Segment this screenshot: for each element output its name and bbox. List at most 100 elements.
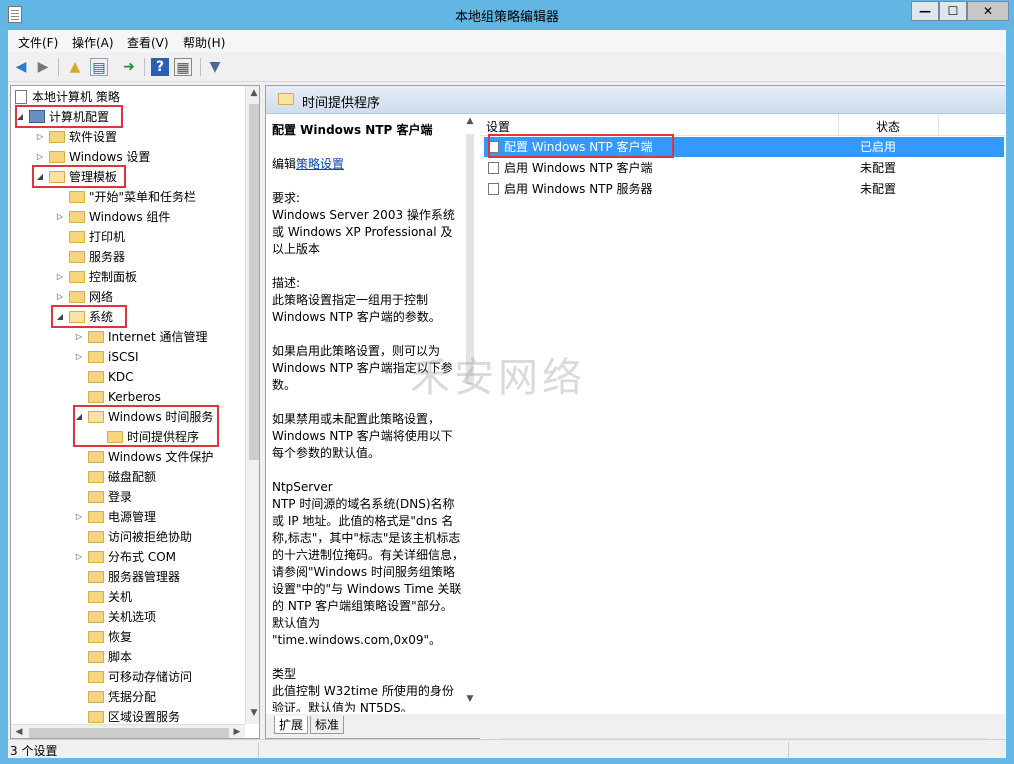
tree-item-disk-quota[interactable]: 磁盘配额 [74, 468, 156, 486]
tab-extended[interactable]: 扩展 [274, 716, 309, 734]
tree-item-server-manager[interactable]: 服务器管理器 [74, 568, 180, 586]
window-title: 本地组策略编辑器 [454, 10, 559, 25]
close-button[interactable]: ✕ [967, 1, 1009, 21]
tree-item-removable-storage[interactable]: 可移动存储访问 [74, 668, 192, 686]
tree-item-start-menu[interactable]: "开始"菜单和任务栏 [55, 188, 196, 206]
folder-icon [88, 351, 104, 363]
details-header: 时间提供程序 [266, 86, 1006, 114]
tree-item-iscsi[interactable]: ▷ iSCSI [74, 348, 139, 366]
tree-item-server[interactable]: 服务器 [55, 248, 125, 266]
details-pane: 时间提供程序 配置 Windows NTP 客户端 编辑策略设置 要求: Win… [265, 85, 1006, 742]
list-row-enable-ntp-client[interactable]: 启用 Windows NTP 客户端 未配置 [484, 158, 1004, 178]
collapsed-arrow-icon[interactable]: ▷ [55, 288, 65, 306]
requirement-text: Windows Server 2003 操作系统或 Windows XP Pro… [272, 208, 455, 256]
ntpserver-label: NtpServer [272, 480, 333, 494]
folder-icon [88, 451, 104, 463]
tree-pane: 本地计算机 策略 ◢ 计算机配置 ▷ 软件设置 ▷ Windows 设置 ◢ 管理模板 … [10, 85, 260, 739]
folder-icon [88, 551, 104, 563]
tree-item-printers[interactable]: 打印机 [55, 228, 125, 246]
view-tabs: 扩展 标准 [266, 714, 1006, 738]
tree-item-control-panel[interactable]: ▷ 控制面板 [55, 268, 137, 286]
up-folder-icon[interactable]: ▲ [66, 58, 84, 76]
folder-icon [88, 631, 104, 643]
policy-setting-icon [488, 183, 499, 195]
column-header-setting[interactable]: 设置 [486, 118, 510, 135]
collapsed-arrow-icon[interactable]: ▷ [74, 328, 84, 346]
document-icon [15, 90, 27, 104]
folder-icon [69, 211, 85, 223]
collapsed-arrow-icon[interactable]: ▷ [74, 548, 84, 566]
tree-item-kerberos[interactable]: Kerberos [74, 388, 161, 406]
tree-item-windows-components[interactable]: ▷ Windows 组件 [55, 208, 170, 226]
policy-setting-icon [488, 162, 499, 174]
menu-help[interactable]: 帮助(H) [183, 34, 225, 51]
menu-file[interactable]: 文件(F) [18, 34, 58, 51]
tree-horizontal-scrollbar[interactable]: ◀ ▶ [11, 724, 245, 738]
minimize-button[interactable]: — [911, 1, 939, 21]
tree-item-distributed-com[interactable]: ▷ 分布式 COM [74, 548, 176, 566]
tree-item-scripts[interactable]: 脚本 [74, 648, 132, 666]
tree-item-logon[interactable]: 登录 [74, 488, 132, 506]
collapsed-arrow-icon[interactable]: ▷ [55, 208, 65, 226]
tree-item-kdc[interactable]: KDC [74, 368, 134, 386]
scroll-thumb[interactable] [249, 104, 259, 460]
folder-icon [88, 651, 104, 663]
collapsed-arrow-icon[interactable]: ▷ [74, 348, 84, 366]
show-hide-tree-icon[interactable]: ▤ [90, 58, 108, 76]
back-arrow-icon[interactable]: ◀ [12, 58, 30, 76]
scroll-up-arrow-icon[interactable]: ▲ [246, 88, 259, 98]
tree-root[interactable]: 本地计算机 策略 [15, 88, 120, 106]
tree-item-credentials-delegation[interactable]: 凭据分配 [74, 688, 156, 706]
description-scrollbar[interactable]: ▲ ▼ [464, 114, 476, 712]
type-label: 类型 [272, 667, 297, 681]
folder-icon [69, 231, 85, 243]
tree-vertical-scrollbar[interactable]: ▲ ▼ [245, 86, 259, 724]
collapsed-arrow-icon[interactable]: ▷ [35, 128, 45, 146]
scroll-up-arrow-icon[interactable]: ▲ [462, 116, 478, 126]
folder-icon [88, 571, 104, 583]
tree-item-windows-file-protection[interactable]: Windows 文件保护 [74, 448, 213, 466]
collapsed-arrow-icon[interactable]: ▷ [35, 148, 45, 166]
tree-item-power-management[interactable]: ▷ 电源管理 [74, 508, 156, 526]
tree-item-recovery[interactable]: 恢复 [74, 628, 132, 646]
tree-item-shutdown-options[interactable]: 关机选项 [74, 608, 156, 626]
scroll-down-arrow-icon[interactable]: ▼ [246, 708, 259, 718]
folder-icon [88, 671, 104, 683]
tree-item-network[interactable]: ▷ 网络 [55, 288, 113, 306]
title-bar[interactable]: 本地组策略编辑器 — ☐ ✕ [0, 0, 1014, 30]
collapsed-arrow-icon[interactable]: ▷ [74, 508, 84, 526]
column-header-state[interactable]: 状态 [876, 118, 900, 135]
tree-item-shutdown[interactable]: 关机 [74, 588, 132, 606]
scroll-down-arrow-icon[interactable]: ▼ [462, 694, 478, 704]
export-list-icon[interactable]: ➜ [120, 58, 138, 76]
scroll-thumb[interactable] [29, 728, 229, 738]
menu-view[interactable]: 查看(V) [127, 34, 169, 51]
tab-standard[interactable]: 标准 [310, 716, 345, 734]
folder-icon [88, 391, 104, 403]
folder-icon [49, 151, 65, 163]
folder-icon [69, 291, 85, 303]
edit-policy-link[interactable]: 策略设置 [296, 157, 344, 171]
tree-item-access-denied-assist[interactable]: 访问被拒绝协助 [74, 528, 192, 546]
scroll-right-arrow-icon[interactable]: ▶ [229, 727, 245, 737]
list-row-enable-ntp-server[interactable]: 启用 Windows NTP 服务器 未配置 [484, 179, 1004, 199]
folder-icon [88, 511, 104, 523]
description-heading: 配置 Windows NTP 客户端 [272, 123, 433, 137]
help-icon[interactable]: ? [151, 58, 169, 76]
maximize-button[interactable]: ☐ [939, 1, 967, 21]
edit-line: 编辑策略设置 [272, 157, 345, 171]
folder-icon [88, 371, 104, 383]
requirement-label: 要求: [272, 191, 301, 205]
description-pane: 配置 Windows NTP 客户端 编辑策略设置 要求: Windows Se… [266, 114, 464, 712]
folder-icon [88, 711, 104, 723]
tree-item-internet-comm[interactable]: ▷ Internet 通信管理 [74, 328, 208, 346]
filter-icon[interactable]: ▼ [206, 58, 224, 76]
menu-action[interactable]: 操作(A) [72, 34, 114, 51]
tree-item-windows-settings[interactable]: ▷ Windows 设置 [35, 148, 150, 166]
tree-item-software-settings[interactable]: ▷ 软件设置 [35, 128, 117, 146]
forward-arrow-icon[interactable]: ▶ [34, 58, 52, 76]
collapsed-arrow-icon[interactable]: ▷ [55, 268, 65, 286]
folder-icon [88, 691, 104, 703]
scroll-left-arrow-icon[interactable]: ◀ [11, 727, 27, 737]
properties-icon[interactable]: ▦ [174, 58, 192, 76]
